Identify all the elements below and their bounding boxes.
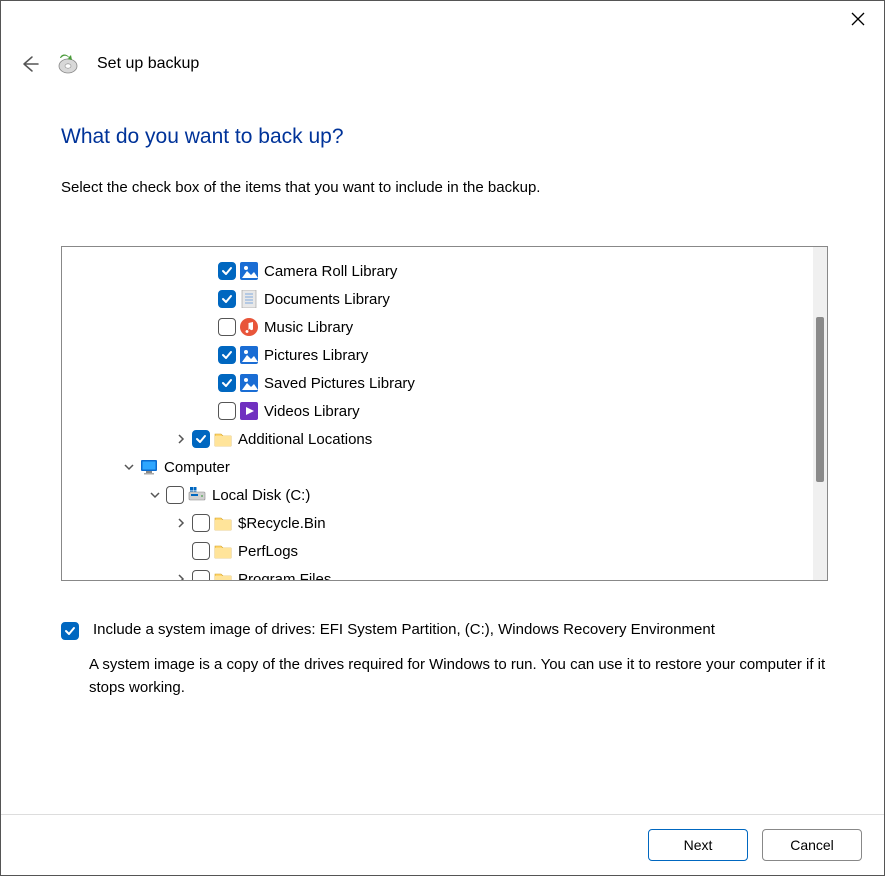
folder-icon xyxy=(214,542,232,560)
tree-item-label: Local Disk (C:) xyxy=(212,487,310,504)
tree-item-label: Music Library xyxy=(264,319,353,336)
system-image-description: A system image is a copy of the drives r… xyxy=(89,654,828,699)
folder-icon xyxy=(214,514,232,532)
tree-item-label: $Recycle.Bin xyxy=(238,515,326,532)
tree-item[interactable]: Documents Library xyxy=(62,285,813,313)
tree-item[interactable]: $Recycle.Bin xyxy=(62,509,813,537)
tree-item-label: Saved Pictures Library xyxy=(264,375,415,392)
system-image-label: Include a system image of drives: EFI Sy… xyxy=(93,621,715,638)
picture-icon xyxy=(240,346,258,364)
tree-item[interactable]: Local Disk (C:) xyxy=(62,481,813,509)
tree-checkbox[interactable] xyxy=(192,430,210,448)
backup-wizard-window: Set up backup What do you want to back u… xyxy=(0,0,885,876)
expander-open-icon[interactable] xyxy=(148,488,162,502)
tree-item[interactable]: Videos Library xyxy=(62,397,813,425)
content-area: What do you want to back up? Select the … xyxy=(1,75,884,814)
check-icon xyxy=(64,625,76,637)
tree-item-label: Pictures Library xyxy=(264,347,368,364)
close-icon xyxy=(851,12,865,26)
page-heading: What do you want to back up? xyxy=(61,125,828,149)
tree-item[interactable]: Computer xyxy=(62,453,813,481)
tree-checkbox[interactable] xyxy=(218,262,236,280)
tree-item-label: Computer xyxy=(164,459,230,476)
header: Set up backup xyxy=(1,53,884,75)
check-icon xyxy=(221,377,233,389)
tree-item-label: Videos Library xyxy=(264,403,360,420)
expander-closed-icon[interactable] xyxy=(174,572,188,580)
tree-checkbox[interactable] xyxy=(192,514,210,532)
expander-closed-icon[interactable] xyxy=(174,432,188,446)
close-button[interactable] xyxy=(848,9,868,29)
backup-items-tree: Camera Roll Library Documents Library Musi… xyxy=(61,246,828,581)
check-icon xyxy=(221,293,233,305)
tree-checkbox[interactable] xyxy=(218,374,236,392)
check-icon xyxy=(195,433,207,445)
system-image-checkbox[interactable] xyxy=(61,622,79,640)
cancel-button[interactable]: Cancel xyxy=(762,829,862,861)
back-arrow-icon xyxy=(19,54,39,74)
tree-item[interactable]: Pictures Library xyxy=(62,341,813,369)
drive-icon xyxy=(188,486,206,504)
music-icon xyxy=(240,318,258,336)
picture-icon xyxy=(240,262,258,280)
check-icon xyxy=(221,349,233,361)
tree-item[interactable]: Camera Roll Library xyxy=(62,257,813,285)
tree-checkbox[interactable] xyxy=(218,346,236,364)
video-icon xyxy=(240,402,258,420)
tree-item[interactable]: Program Files xyxy=(62,565,813,580)
expander-closed-icon[interactable] xyxy=(174,516,188,530)
next-button[interactable]: Next xyxy=(648,829,748,861)
instruction-text: Select the check box of the items that y… xyxy=(61,179,828,196)
tree-item[interactable]: PerfLogs xyxy=(62,537,813,565)
tree-checkbox[interactable] xyxy=(192,570,210,580)
tree-checkbox[interactable] xyxy=(218,402,236,420)
window-title: Set up backup xyxy=(97,55,199,73)
check-icon xyxy=(221,265,233,277)
tree-item-label: Camera Roll Library xyxy=(264,263,397,280)
picture-icon xyxy=(240,374,258,392)
titlebar xyxy=(1,1,884,41)
tree-checkbox[interactable] xyxy=(166,486,184,504)
system-image-option: Include a system image of drives: EFI Sy… xyxy=(61,621,828,640)
folder-icon xyxy=(214,430,232,448)
tree-checkbox[interactable] xyxy=(218,318,236,336)
scrollbar[interactable] xyxy=(813,247,827,580)
document-icon xyxy=(240,290,258,308)
tree-item-label: PerfLogs xyxy=(238,543,298,560)
footer: Next Cancel xyxy=(1,814,884,875)
tree-checkbox[interactable] xyxy=(218,290,236,308)
scrollbar-thumb[interactable] xyxy=(816,317,824,482)
tree-item-label: Program Files xyxy=(238,571,331,581)
expander-open-icon[interactable] xyxy=(122,460,136,474)
tree-checkbox[interactable] xyxy=(192,542,210,560)
tree-content: Camera Roll Library Documents Library Musi… xyxy=(62,247,813,580)
tree-item[interactable]: Saved Pictures Library xyxy=(62,369,813,397)
tree-item[interactable]: Music Library xyxy=(62,313,813,341)
folder-icon xyxy=(214,570,232,580)
tree-item-label: Additional Locations xyxy=(238,431,372,448)
tree-item-label: Documents Library xyxy=(264,291,390,308)
monitor-icon xyxy=(140,458,158,476)
back-button[interactable] xyxy=(19,54,39,74)
backup-app-icon xyxy=(57,53,79,75)
tree-item[interactable]: Additional Locations xyxy=(62,425,813,453)
